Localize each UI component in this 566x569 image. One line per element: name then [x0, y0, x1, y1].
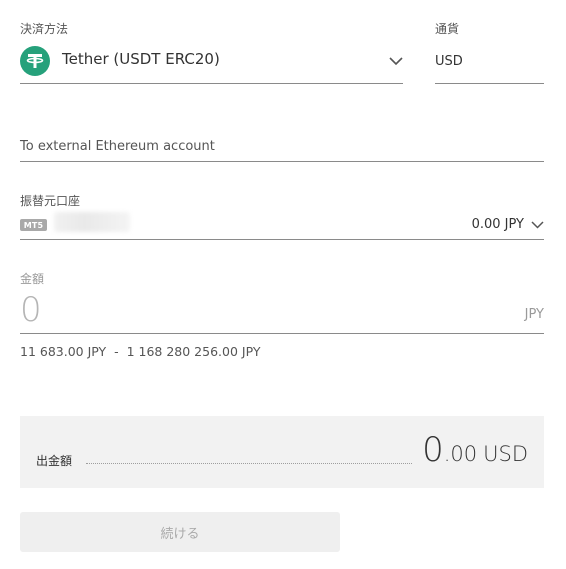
account-number-redacted	[54, 212, 130, 232]
destination-underline	[20, 161, 544, 162]
currency-value[interactable]: USD	[435, 54, 463, 69]
amount-unit: JPY	[524, 307, 544, 322]
tether-icon	[20, 46, 50, 76]
dotted-leader	[86, 463, 412, 464]
chevron-down-icon[interactable]	[389, 57, 403, 66]
amount-range: 11 683.00 JPY - 1 168 280 256.00 JPY	[20, 344, 261, 359]
currency-underline	[435, 83, 544, 84]
payout-amount: 0.00 USD	[422, 430, 528, 470]
chevron-down-icon[interactable]	[531, 221, 544, 229]
mt5-badge: MT5	[20, 219, 47, 231]
payout-integer: 0	[422, 430, 444, 470]
payment-method-underline	[20, 83, 403, 84]
amount-label: 金額	[20, 272, 45, 286]
source-account-label: 振替元口座	[20, 194, 81, 208]
source-account-underline	[20, 239, 544, 240]
payout-currency: USD	[483, 442, 528, 466]
payout-label: 出金額	[36, 454, 73, 468]
payout-decimal: .00	[443, 442, 478, 466]
amount-input[interactable]: 0	[20, 290, 42, 330]
destination-field[interactable]: To external Ethereum account	[20, 139, 215, 154]
amount-underline	[20, 333, 544, 334]
payment-method-select[interactable]: Tether (USDT ERC20)	[62, 50, 220, 68]
continue-button[interactable]: 続ける	[20, 512, 340, 552]
currency-label: 通貨	[435, 22, 460, 36]
account-balance[interactable]: 0.00 JPY	[472, 217, 524, 232]
payment-method-label: 決済方法	[20, 22, 69, 36]
